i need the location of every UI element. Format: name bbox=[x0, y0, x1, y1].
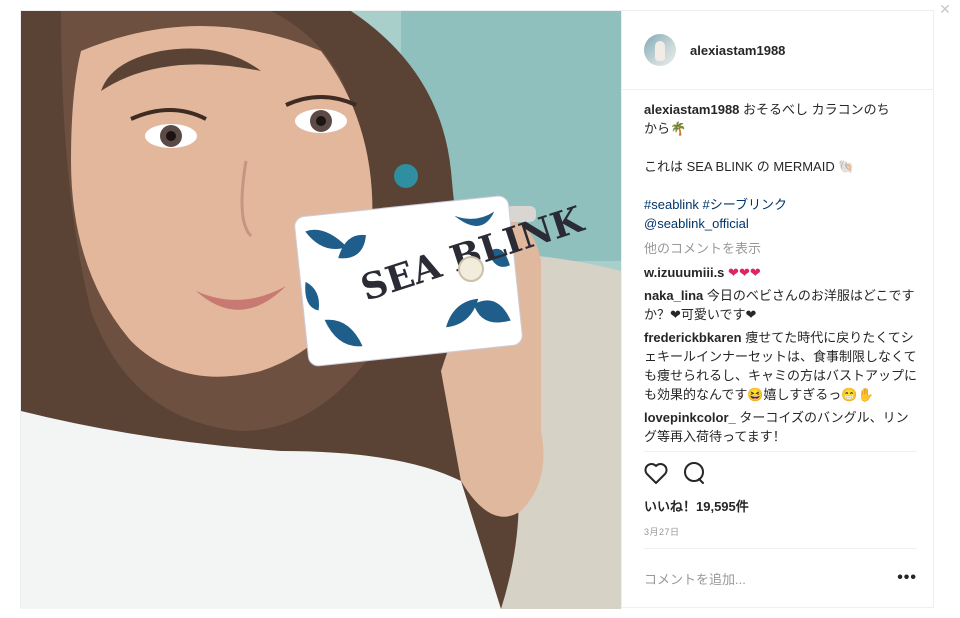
add-comment-bar: コメントを追加... ••• bbox=[644, 548, 917, 607]
more-options-icon[interactable]: ••• bbox=[897, 569, 917, 587]
comment-item: lovepinkcolor_ ターコイズのバングル、リング等再入荷待ってます！ bbox=[644, 408, 917, 446]
comment-username[interactable]: lovepinkcolor_ bbox=[644, 410, 736, 425]
side-panel: alexiastam1988 alexiastam1988 おそるべし カラコン… bbox=[621, 11, 933, 607]
photo-illustration: SEA BLINK bbox=[21, 11, 621, 609]
caption-mention[interactable]: @seablink_official bbox=[644, 214, 917, 233]
comment-item: w.izuuumiii.s ❤❤❤ bbox=[644, 263, 917, 282]
likes-count[interactable]: いいね！19,595件 bbox=[644, 496, 917, 515]
close-icon[interactable]: ✕ bbox=[938, 2, 952, 16]
post-actions: いいね！19,595件 3月27日 bbox=[644, 451, 917, 548]
comment-text: ❤❤❤ bbox=[728, 265, 761, 280]
header-username[interactable]: alexiastam1988 bbox=[690, 43, 785, 58]
comments-list: alexiastam1988 おそるべし カラコンのち から🌴 これは SEA … bbox=[622, 90, 933, 451]
post-date: 3月27日 bbox=[644, 527, 680, 537]
post-photo: SEA BLINK bbox=[21, 11, 621, 609]
comment-username[interactable]: naka_lina bbox=[644, 288, 703, 303]
caption-hashtags[interactable]: #seablink #シーブリンク bbox=[644, 195, 917, 214]
more-comments-link[interactable]: 他のコメントを表示 bbox=[644, 239, 917, 258]
caption-line-1: おそるべし カラコンのち bbox=[743, 102, 890, 117]
comment-item: frederickbkaren 痩せてた時代に戻りたくてシェキールインナーセット… bbox=[644, 328, 917, 404]
comment-icon[interactable] bbox=[682, 461, 706, 490]
post-header: alexiastam1988 bbox=[622, 11, 933, 90]
caption-line-2: から🌴 bbox=[644, 121, 687, 136]
caption: alexiastam1988 おそるべし カラコンのち から🌴 これは SEA … bbox=[644, 100, 917, 233]
heart-icon[interactable] bbox=[644, 462, 668, 489]
comment-username[interactable]: frederickbkaren bbox=[644, 330, 742, 345]
comment-username[interactable]: w.izuuumiii.s bbox=[644, 265, 724, 280]
caption-line-3: これは SEA BLINK の MERMAID 🐚 bbox=[644, 159, 855, 174]
avatar[interactable] bbox=[644, 34, 676, 66]
comment-item: naka_lina 今日のベビさんのお洋服はどこですか？❤可愛いです❤ bbox=[644, 286, 917, 324]
post-dialog: SEA BLINK alexiastam1988 alexiastam1988 … bbox=[20, 10, 934, 609]
caption-username[interactable]: alexiastam1988 bbox=[644, 102, 739, 117]
add-comment-input[interactable]: コメントを追加... bbox=[644, 569, 746, 588]
